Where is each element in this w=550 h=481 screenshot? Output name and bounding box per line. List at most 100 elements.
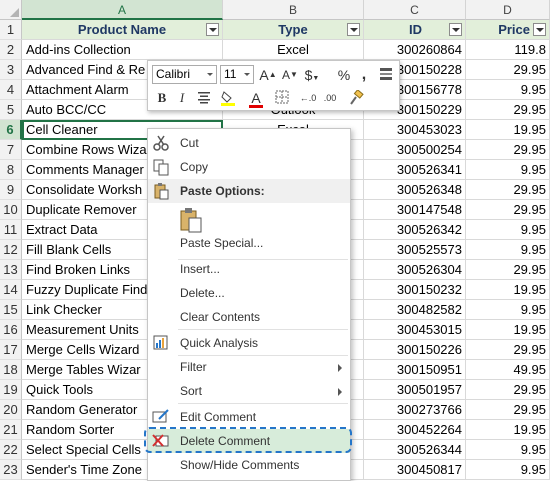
row-number[interactable]: 18 bbox=[0, 360, 22, 380]
cell-price[interactable]: 19.95 bbox=[466, 420, 550, 440]
font-name-dropdown[interactable]: Calibri bbox=[152, 65, 217, 84]
increase-decimal-icon[interactable]: ←.0 bbox=[298, 88, 318, 108]
cell-id[interactable]: 300500254 bbox=[364, 140, 466, 160]
cell-price[interactable]: 9.95 bbox=[466, 240, 550, 260]
menu-item-filter[interactable]: Filter bbox=[148, 355, 350, 379]
filter-dropdown-icon[interactable] bbox=[347, 23, 360, 36]
cell-price[interactable]: 9.95 bbox=[466, 160, 550, 180]
row-number[interactable]: 16 bbox=[0, 320, 22, 340]
row-number[interactable]: 19 bbox=[0, 380, 22, 400]
cell-price[interactable]: 9.95 bbox=[466, 460, 550, 480]
fill-color-icon[interactable] bbox=[218, 88, 238, 108]
cell-price[interactable]: 9.95 bbox=[466, 80, 550, 100]
row-number[interactable]: 3 bbox=[0, 60, 22, 80]
column-header-d[interactable]: D bbox=[466, 0, 550, 20]
header-type[interactable]: Type bbox=[223, 20, 364, 40]
menu-item-paste-special[interactable]: Paste Special... bbox=[148, 231, 350, 255]
header-product-name[interactable]: Product Name bbox=[22, 20, 223, 40]
row-number[interactable]: 12 bbox=[0, 240, 22, 260]
increase-font-size-icon[interactable]: A▲ bbox=[258, 65, 278, 85]
cell-price[interactable]: 29.95 bbox=[466, 200, 550, 220]
decrease-font-size-icon[interactable]: A▼ bbox=[280, 65, 300, 85]
row-number[interactable]: 13 bbox=[0, 260, 22, 280]
filter-dropdown-icon[interactable] bbox=[533, 23, 546, 36]
cell-price[interactable]: 9.95 bbox=[466, 220, 550, 240]
row-number[interactable]: 2 bbox=[0, 40, 22, 60]
menu-item-sort[interactable]: Sort bbox=[148, 379, 350, 403]
comma-style-button[interactable]: , bbox=[354, 65, 374, 85]
cell-price[interactable]: 19.95 bbox=[466, 120, 550, 140]
cell-id[interactable]: 300150226 bbox=[364, 340, 466, 360]
menu-item-quick-analysis[interactable]: Quick Analysis bbox=[148, 331, 350, 355]
row-number[interactable]: 9 bbox=[0, 180, 22, 200]
cell-price[interactable]: 9.95 bbox=[466, 440, 550, 460]
cell-id[interactable]: 300273766 bbox=[364, 400, 466, 420]
row-number[interactable]: 20 bbox=[0, 400, 22, 420]
cell-id[interactable]: 300150232 bbox=[364, 280, 466, 300]
percent-style-button[interactable]: % bbox=[334, 65, 354, 85]
menu-item-show-hide-comments[interactable]: Show/Hide Comments bbox=[148, 453, 350, 477]
cell-id[interactable]: 300260864 bbox=[364, 40, 466, 60]
cell-id[interactable]: 300452264 bbox=[364, 420, 466, 440]
italic-button[interactable]: I bbox=[172, 88, 192, 108]
cell-id[interactable]: 300526341 bbox=[364, 160, 466, 180]
cell-price[interactable]: 29.95 bbox=[466, 400, 550, 420]
font-size-dropdown[interactable]: 11 bbox=[220, 65, 254, 84]
cell-id[interactable]: 300450817 bbox=[364, 460, 466, 480]
format-painter-icon[interactable] bbox=[346, 88, 366, 108]
align-center-icon[interactable] bbox=[194, 88, 214, 108]
cell-price[interactable]: 29.95 bbox=[466, 60, 550, 80]
row-number[interactable]: 4 bbox=[0, 80, 22, 100]
row-number[interactable]: 17 bbox=[0, 340, 22, 360]
cell-price[interactable]: 49.95 bbox=[466, 360, 550, 380]
cell-price[interactable]: 19.95 bbox=[466, 320, 550, 340]
row-number[interactable]: 6 bbox=[0, 120, 22, 140]
filter-dropdown-icon[interactable] bbox=[206, 23, 219, 36]
borders-icon[interactable] bbox=[272, 88, 292, 108]
header-price[interactable]: Price bbox=[466, 20, 550, 40]
menu-item-clear-contents[interactable]: Clear Contents bbox=[148, 305, 350, 329]
row-number[interactable]: 1 bbox=[0, 20, 22, 40]
cell-price[interactable]: 19.95 bbox=[466, 280, 550, 300]
column-header-c[interactable]: C bbox=[364, 0, 466, 20]
filter-dropdown-icon[interactable] bbox=[449, 23, 462, 36]
menu-item-insert[interactable]: Insert... bbox=[148, 257, 350, 281]
currency-format-button[interactable]: $▼ bbox=[302, 65, 322, 85]
cell-price[interactable]: 29.95 bbox=[466, 180, 550, 200]
cell-id[interactable]: 300526348 bbox=[364, 180, 466, 200]
cell-id[interactable]: 300525573 bbox=[364, 240, 466, 260]
cell-product-name[interactable]: Add-ins Collection bbox=[22, 40, 223, 60]
cell-id[interactable]: 300501957 bbox=[364, 380, 466, 400]
header-id[interactable]: ID bbox=[364, 20, 466, 40]
column-header-a[interactable]: A bbox=[22, 0, 223, 20]
cell-id[interactable]: 300526304 bbox=[364, 260, 466, 280]
row-number[interactable]: 7 bbox=[0, 140, 22, 160]
cell-type[interactable]: Excel bbox=[223, 40, 364, 60]
select-all-corner[interactable] bbox=[0, 0, 22, 20]
menu-item-edit-comment[interactable]: Edit Comment bbox=[148, 405, 350, 429]
cell-id[interactable]: 300482582 bbox=[364, 300, 466, 320]
row-number[interactable]: 5 bbox=[0, 100, 22, 120]
row-number[interactable]: 22 bbox=[0, 440, 22, 460]
menu-item-cut[interactable]: Cut bbox=[148, 131, 350, 155]
bold-button[interactable]: B bbox=[152, 88, 172, 108]
row-number[interactable]: 14 bbox=[0, 280, 22, 300]
row-number[interactable]: 8 bbox=[0, 160, 22, 180]
row-number[interactable]: 21 bbox=[0, 420, 22, 440]
cell-id[interactable]: 300147548 bbox=[364, 200, 466, 220]
menu-item-delete[interactable]: Delete... bbox=[148, 281, 350, 305]
cell-price[interactable]: 9.95 bbox=[466, 300, 550, 320]
row-number[interactable]: 10 bbox=[0, 200, 22, 220]
cell-price[interactable]: 29.95 bbox=[466, 340, 550, 360]
cell-price[interactable]: 29.95 bbox=[466, 380, 550, 400]
row-number[interactable]: 15 bbox=[0, 300, 22, 320]
row-number[interactable]: 11 bbox=[0, 220, 22, 240]
column-header-b[interactable]: B bbox=[223, 0, 364, 20]
decrease-decimal-icon[interactable]: .00 bbox=[320, 88, 340, 108]
cell-id[interactable]: 300150951 bbox=[364, 360, 466, 380]
cell-price[interactable]: 29.95 bbox=[466, 100, 550, 120]
font-color-icon[interactable]: A bbox=[246, 88, 266, 108]
format-painter-menu-icon[interactable] bbox=[376, 65, 396, 85]
cell-id[interactable]: 300526342 bbox=[364, 220, 466, 240]
cell-price[interactable]: 119.8 bbox=[466, 40, 550, 60]
